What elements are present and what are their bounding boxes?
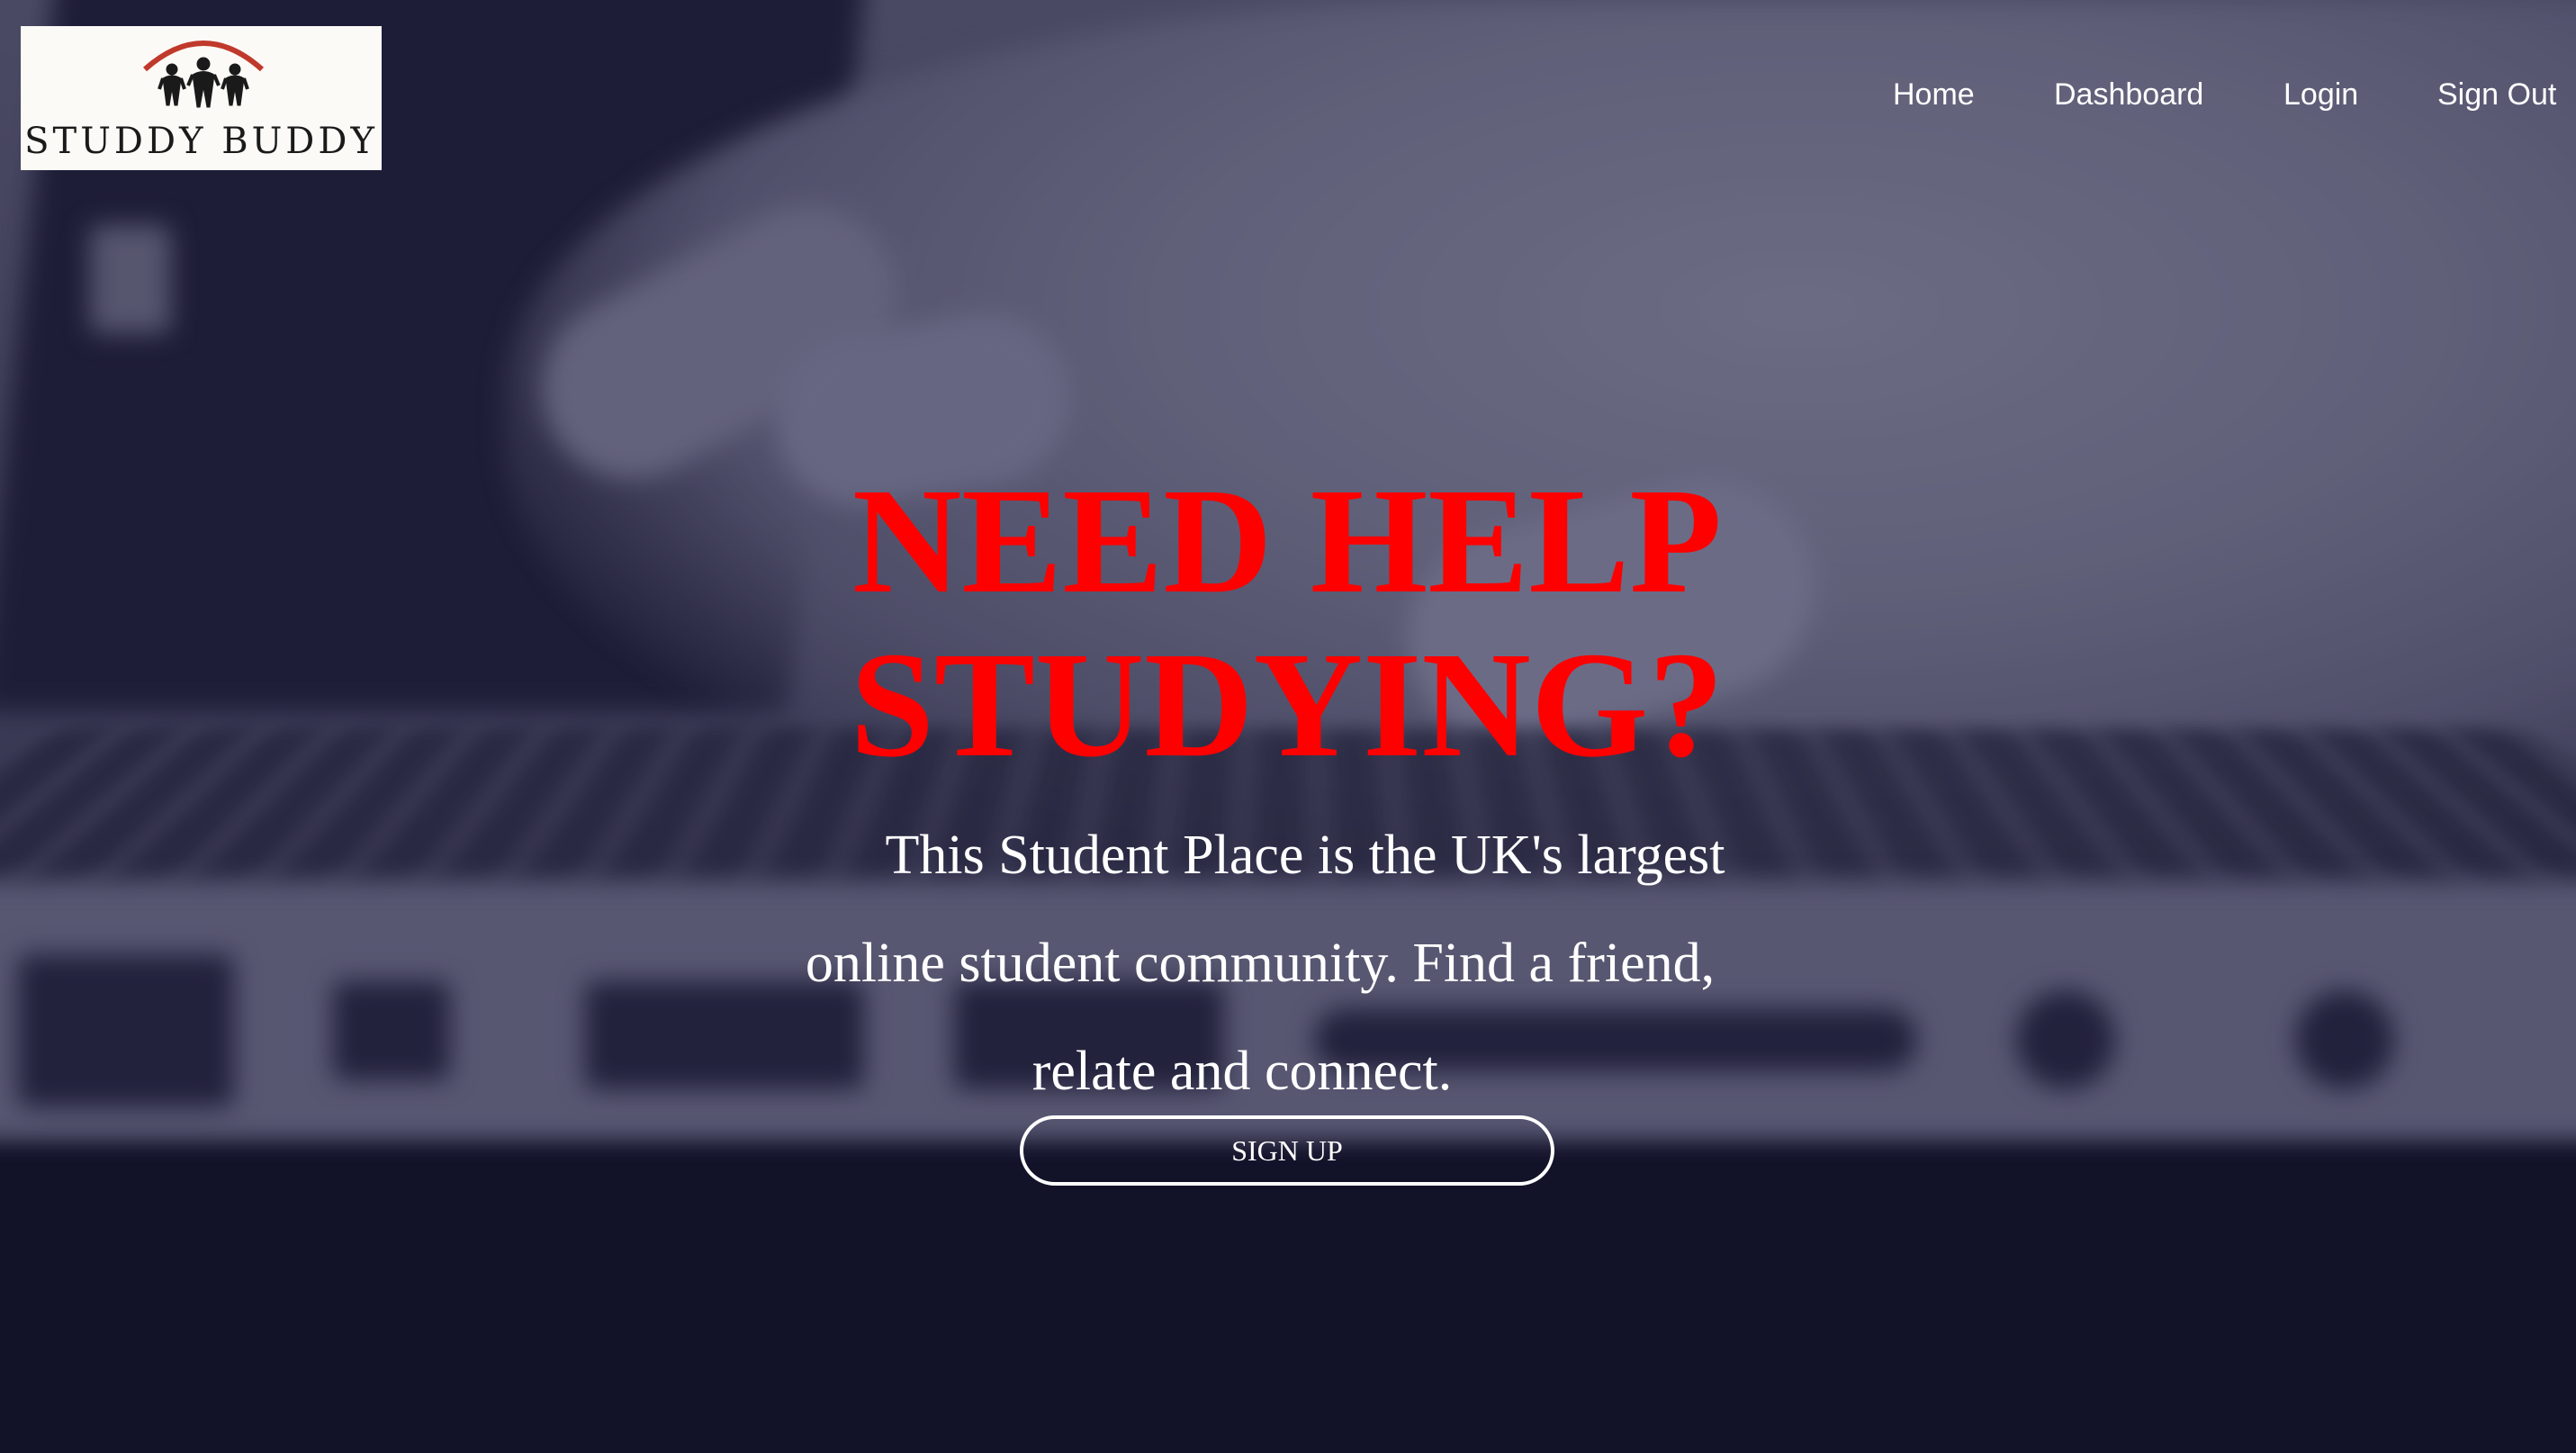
nav-login-link[interactable]: Login [2283,77,2358,113]
hero-tagline-line-3: relate and connect. [1031,1041,1453,1102]
people-group-icon [143,41,264,108]
nav-dashboard-link[interactable]: Dashboard [2054,77,2203,113]
brand-name: STUDDY BUDDY [24,121,378,162]
nav-sign-out-link[interactable]: Sign Out [2437,77,2556,113]
brand-logo[interactable]: STUDDY BUDDY [21,26,382,170]
hero-title: NEED HELP STUDYING? [810,459,1764,787]
hero-tagline-line-1: This Student Place is the UK's largest [885,825,1725,886]
hero-title-line-2: STUDYING? [850,621,1725,789]
hero-title-line-1: NEED HELP [851,457,1723,625]
sign-up-button[interactable]: SIGN UP [1020,1115,1554,1186]
nav-home-link[interactable]: Home [1893,77,1975,113]
hero-tagline: This Student Place is the UK's largest o… [806,801,1782,1125]
hero-tagline-line-2: online student community. Find a friend, [805,933,1716,994]
